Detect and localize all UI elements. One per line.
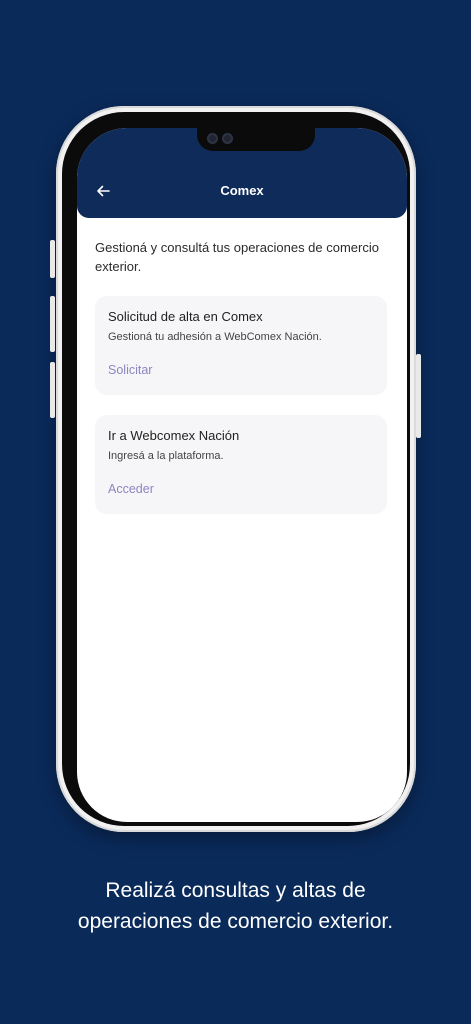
- phone-side-button: [50, 296, 55, 352]
- card-title: Ir a Webcomex Nación: [108, 428, 240, 443]
- phone-frame: Comex Gestioná y consultá tus operacione…: [50, 106, 421, 832]
- camera-icon: [207, 133, 218, 144]
- main-content: Gestioná y consultá tus operaciones de c…: [95, 238, 389, 514]
- card-subtitle: Gestioná tu adhesión a WebComex Nación.: [108, 331, 322, 343]
- caption-line: operaciones de comercio exterior.: [77, 910, 394, 933]
- card-title: Solicitud de alta en Comex: [108, 309, 263, 324]
- phone-side-button: [50, 362, 55, 418]
- page-title: Comex: [220, 183, 264, 198]
- phone-screen: Comex Gestioná y consultá tus operacione…: [77, 128, 407, 822]
- phone-side-button: [50, 240, 55, 278]
- card-webcomex: Ir a Webcomex Nación Ingresá a la plataf…: [95, 415, 387, 514]
- acceder-link[interactable]: Acceder: [108, 482, 154, 496]
- camera-icon: [222, 133, 233, 144]
- promo-caption: Realizá consultas y altas de operaciones…: [0, 875, 471, 937]
- phone-bezel: Comex Gestioná y consultá tus operacione…: [62, 112, 410, 826]
- camera-notch: [197, 128, 315, 151]
- phone-side-button: [416, 354, 421, 438]
- intro-text: Gestioná y consultá tus operaciones de c…: [95, 240, 379, 274]
- card-solicitud-alta: Solicitud de alta en Comex Gestioná tu a…: [95, 296, 387, 395]
- caption-line: Realizá consultas y altas de: [105, 879, 366, 902]
- card-subtitle: Ingresá a la plataforma.: [108, 450, 224, 462]
- solicitar-link[interactable]: Solicitar: [108, 363, 152, 377]
